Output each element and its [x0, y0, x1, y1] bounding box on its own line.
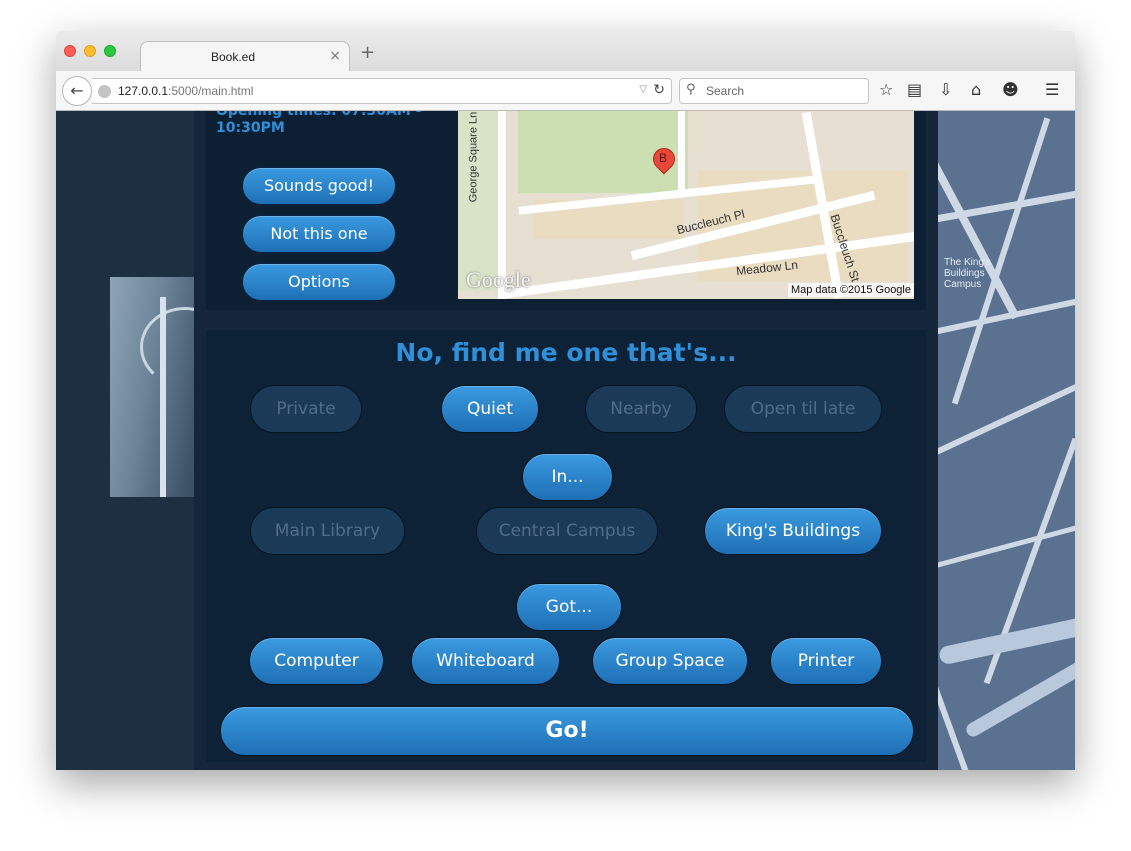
location-kings-buildings-button[interactable]: King's Buildings [704, 507, 882, 555]
street-label-george-square: George Square Ln [467, 111, 480, 203]
not-this-one-button[interactable]: Not this one [242, 215, 396, 253]
url-text: 127.0.0.1:5000/main.html [118, 84, 253, 98]
url-dropdown-icon[interactable]: ▽ [639, 84, 647, 95]
facility-whiteboard-button[interactable]: Whiteboard [411, 637, 560, 685]
filter-panel: No, find me one that's... Private Quiet … [206, 330, 926, 762]
options-button[interactable]: Options [242, 263, 396, 301]
bookmark-star-icon[interactable]: ☆ [879, 81, 893, 99]
reload-icon[interactable]: ↻ [653, 82, 665, 98]
search-icon: ⚲ [686, 82, 696, 97]
facility-printer-button[interactable]: Printer [770, 637, 882, 685]
new-tab-button[interactable]: + [360, 44, 375, 62]
window-minimize-button[interactable] [84, 45, 96, 57]
opening-times-line1: Opening times: 07:30AM - [216, 111, 422, 119]
home-icon[interactable]: ⌂ [971, 81, 981, 99]
page-viewport: The King's Buildings Campus Opening time… [56, 111, 1075, 770]
map-pin-label: B [659, 151, 668, 165]
got-section-button[interactable]: Got... [516, 583, 622, 631]
smiley-icon[interactable]: ☻ [1002, 81, 1019, 99]
title-bar: Book.ed × + [56, 31, 1075, 72]
google-logo: Google [466, 267, 531, 292]
info-panel: Opening times: 07:30AM - 10:30PM Sounds … [206, 111, 926, 310]
filter-heading: No, find me one that's... [395, 338, 737, 367]
opening-times: Opening times: 07:30AM - 10:30PM [216, 111, 421, 137]
go-button[interactable]: Go! [220, 706, 914, 756]
quality-private-button[interactable]: Private [250, 385, 362, 433]
facility-computer-button[interactable]: Computer [249, 637, 384, 685]
in-section-button[interactable]: In... [522, 453, 613, 501]
map-street [678, 111, 685, 191]
globe-icon [98, 85, 111, 98]
opening-times-line2: 10:30PM [216, 120, 285, 136]
url-bar[interactable]: 127.0.0.1:5000/main.html ▽ ↻ [92, 78, 672, 104]
back-icon: ← [70, 81, 84, 100]
quality-open-late-button[interactable]: Open til late [724, 385, 882, 433]
campus-label: The King's Buildings Campus [944, 257, 991, 290]
window-close-button[interactable] [64, 45, 76, 57]
navigation-bar: ← 127.0.0.1:5000/main.html ▽ ↻ ⚲ Search … [56, 71, 1075, 111]
menu-icon[interactable]: ☰ [1045, 81, 1059, 99]
reading-list-icon[interactable]: ▤ [907, 81, 922, 99]
browser-window: Book.ed × + ← 127.0.0.1:5000/main.html ▽… [56, 31, 1075, 770]
location-central-campus-button[interactable]: Central Campus [476, 507, 658, 555]
photo-pillar [160, 297, 166, 497]
browser-tab[interactable]: Book.ed × [140, 41, 350, 72]
download-icon[interactable]: ⇩ [939, 81, 952, 99]
quality-nearby-button[interactable]: Nearby [585, 385, 697, 433]
sounds-good-button[interactable]: Sounds good! [242, 167, 396, 205]
search-placeholder: Search [706, 84, 745, 98]
background-map: The King's Buildings Campus [938, 111, 1075, 770]
location-main-library-button[interactable]: Main Library [250, 507, 405, 555]
tab-title: Book.ed [210, 50, 256, 64]
back-button[interactable]: ← [62, 76, 92, 106]
quality-quiet-button[interactable]: Quiet [441, 385, 539, 433]
search-input[interactable]: ⚲ Search [679, 78, 869, 104]
window-maximize-button[interactable] [104, 45, 116, 57]
location-map[interactable]: George Square Ln Buccleuch Pl Meadow Ln … [458, 111, 914, 299]
tab-close-icon[interactable]: × [329, 48, 341, 64]
map-attribution[interactable]: Map data ©2015 Google [787, 283, 914, 297]
url-path: :5000/main.html [168, 84, 254, 98]
facility-group-space-button[interactable]: Group Space [592, 637, 748, 685]
url-host: 127.0.0.1 [118, 84, 169, 98]
